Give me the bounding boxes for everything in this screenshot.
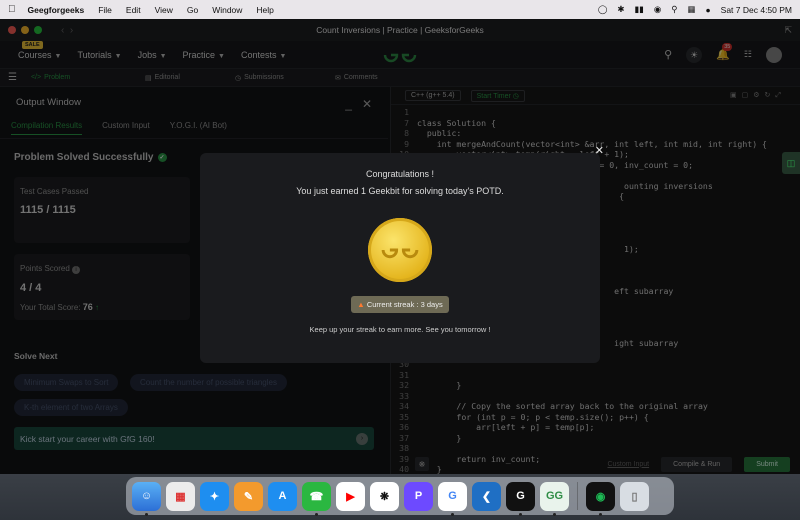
dock-youtube[interactable]: ▶ xyxy=(336,481,365,511)
macos-dock: ☺ ▦ ✦ ✎ A ☎ ▶ ❋ P G ❮ G GG ◉ ▯ xyxy=(126,477,674,516)
vscode-icon: ❮ xyxy=(481,490,492,503)
dock-chrome[interactable]: G xyxy=(438,481,467,516)
proton-icon: P xyxy=(414,490,423,502)
menu-file[interactable]: File xyxy=(98,5,112,15)
screen-record-icon[interactable]: ◯ xyxy=(598,4,608,15)
menu-edit[interactable]: Edit xyxy=(126,5,141,15)
gfg-icon: GG xyxy=(545,490,564,502)
dock-vscode[interactable]: ❮ xyxy=(472,481,501,511)
modal-title: Congratulations ! xyxy=(365,169,435,179)
finder-icon: ☺ xyxy=(140,490,153,502)
streak-label: Current streak : 3 days xyxy=(366,300,443,309)
potd-congrats-modal: ✕ Congratulations ! You just earned 1 Ge… xyxy=(200,145,604,363)
gfg-app-icon: G xyxy=(516,490,525,502)
dock-pages[interactable]: ✎ xyxy=(234,481,263,511)
geekbit-coin-icon xyxy=(368,218,432,282)
menu-app-name[interactable]: Geegforgeeks xyxy=(28,5,85,15)
dock-safari[interactable]: ✦ xyxy=(200,481,229,511)
whatsapp-icon: ☎ xyxy=(309,490,324,503)
side-panel-icon[interactable]: ◫ xyxy=(782,152,800,174)
app-store-icon: A xyxy=(278,490,287,502)
search-icon[interactable]: ⚲ xyxy=(671,4,677,15)
fire-icon: ▲ xyxy=(357,300,365,309)
modal-message: You just earned 1 Geekbit for solving to… xyxy=(296,186,504,196)
gfg-coin-mark-icon xyxy=(381,248,419,259)
dock-launchpad[interactable]: ▦ xyxy=(166,481,195,511)
compass-icon: ✦ xyxy=(209,490,220,503)
siri-icon[interactable]: ● xyxy=(706,5,711,15)
macos-menubar:  Geegforgeeks File Edit View Go Window … xyxy=(0,0,800,19)
menu-go[interactable]: Go xyxy=(187,5,198,15)
trash-icon: ▯ xyxy=(631,490,638,503)
dock-separator xyxy=(577,482,578,510)
launchpad-icon: ▦ xyxy=(175,490,186,503)
battery-icon[interactable]: ▮▮ xyxy=(634,4,643,15)
chatgpt-icon: ❋ xyxy=(379,490,390,503)
wifi-icon[interactable]: ◉ xyxy=(654,4,661,15)
apple-icon[interactable]:  xyxy=(8,4,16,15)
menu-window[interactable]: Window xyxy=(212,5,242,15)
dock-chatgpt[interactable]: ❋ xyxy=(370,481,399,511)
spotify-icon: ◉ xyxy=(595,490,606,503)
menubar-clock[interactable]: Sat 7 Dec 4:50 PM xyxy=(721,5,792,15)
bluetooth-icon[interactable]: ✱ xyxy=(617,4,624,15)
menu-view[interactable]: View xyxy=(155,5,173,15)
modal-footer-text: Keep up your streak to earn more. See yo… xyxy=(309,325,491,334)
control-center-icon[interactable]: ▦ xyxy=(687,4,695,15)
dock-proton[interactable]: P xyxy=(404,481,433,511)
dock-whatsapp[interactable]: ☎ xyxy=(302,481,331,516)
dock-spotify[interactable]: ◉ xyxy=(586,481,615,516)
youtube-icon: ▶ xyxy=(346,490,355,503)
chrome-icon: G xyxy=(448,490,457,502)
dock-trash[interactable]: ▯ xyxy=(620,481,649,511)
menu-help[interactable]: Help xyxy=(256,5,273,15)
streak-badge: ▲ Current streak : 3 days xyxy=(351,296,449,313)
dock-geeksforgeeks[interactable]: GG xyxy=(540,481,569,516)
close-icon[interactable]: ✕ xyxy=(595,144,604,157)
dock-finder[interactable]: ☺ xyxy=(132,481,161,516)
dock-app-store[interactable]: A xyxy=(268,481,297,511)
dock-gfg-app[interactable]: G xyxy=(506,481,535,516)
pencil-icon: ✎ xyxy=(243,490,254,503)
